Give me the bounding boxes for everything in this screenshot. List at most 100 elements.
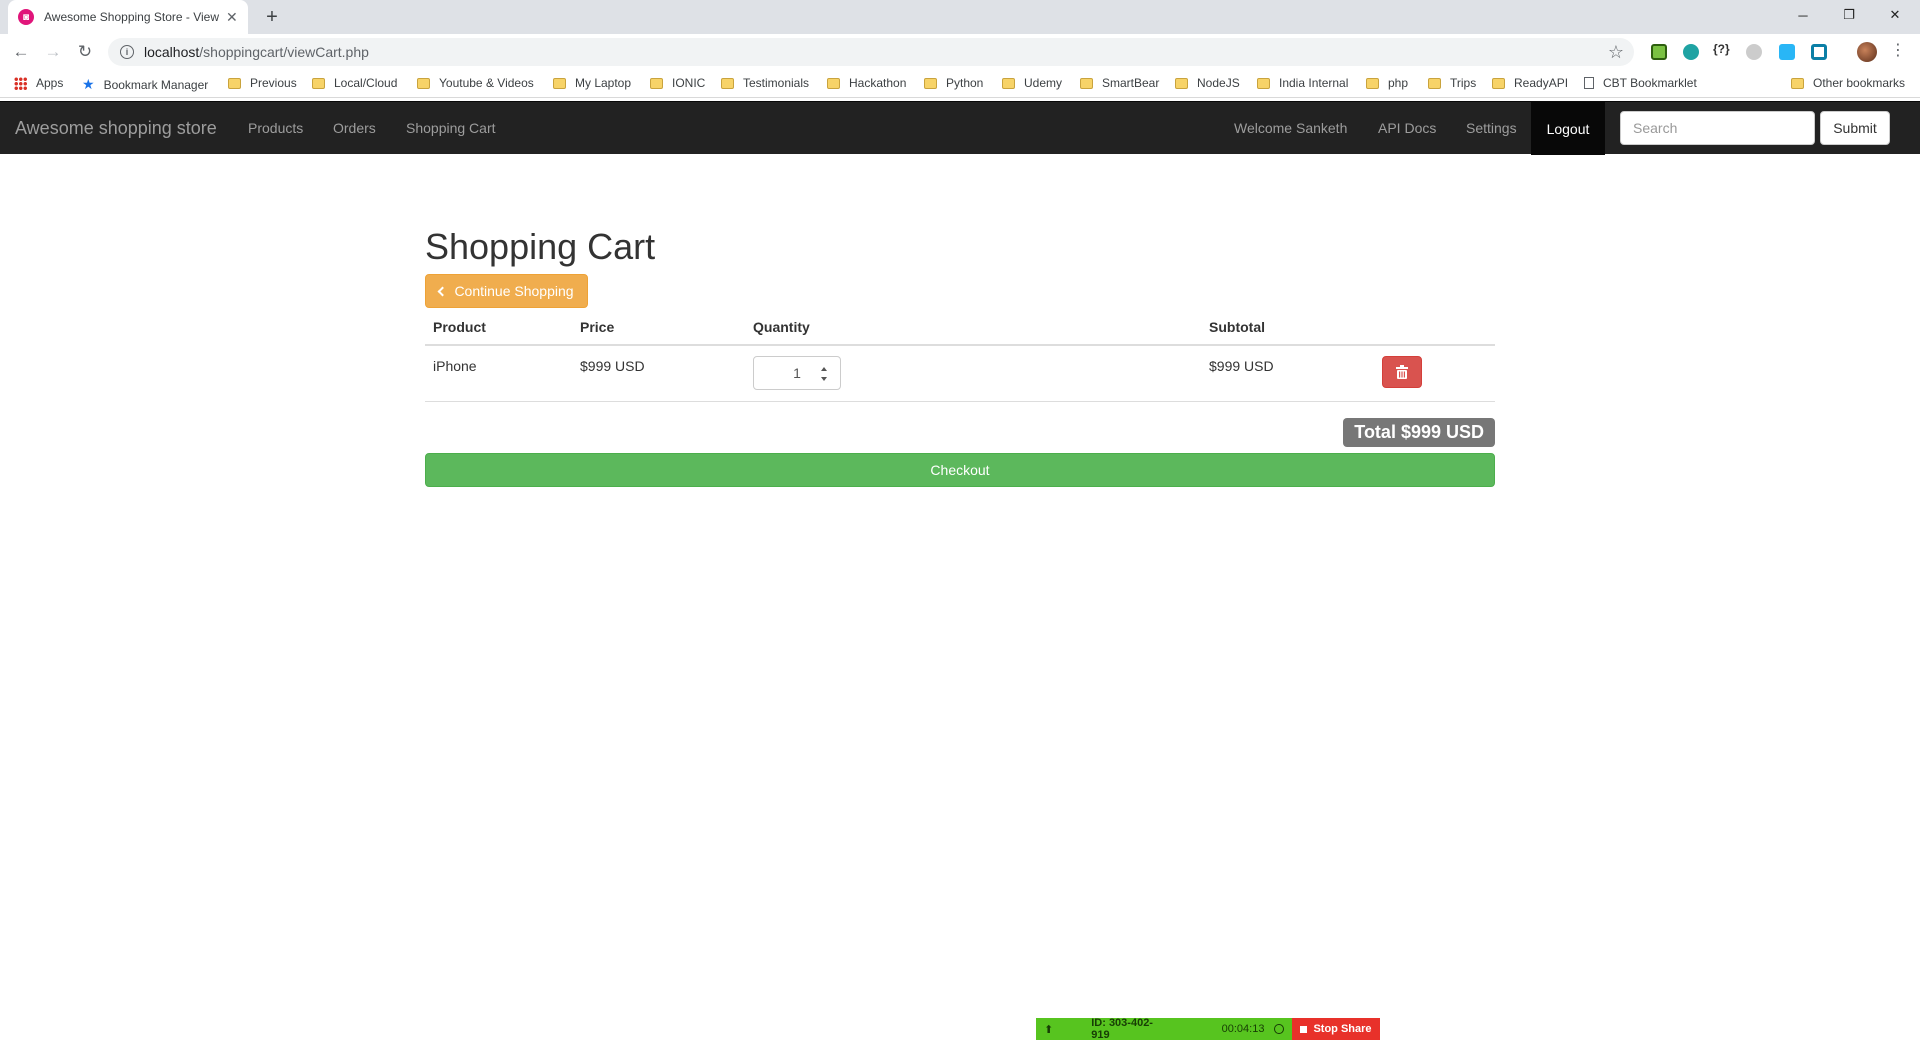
extension-cyan-icon[interactable] [1811, 44, 1827, 60]
nav-settings[interactable]: Settings [1466, 120, 1517, 136]
continue-shopping-button[interactable]: Continue Shopping [425, 274, 588, 308]
delete-item-button[interactable] [1382, 356, 1422, 388]
bookmark-folder[interactable]: ReadyAPI [1492, 76, 1568, 90]
bookmarks-bar: Apps ★ Bookmark Manager Previous Local/Cl… [0, 70, 1920, 98]
page-icon [1584, 77, 1594, 89]
screen-share-bar: ⬆ ID: 303-402-919 00:04:13 Stop Share [1036, 1017, 1380, 1040]
stop-share-button[interactable]: Stop Share [1292, 1018, 1380, 1040]
column-header-price: Price [580, 319, 615, 335]
bookmark-folder[interactable]: NodeJS [1175, 76, 1240, 90]
tab-title: Awesome Shopping Store - View [44, 10, 219, 24]
folder-icon [1366, 77, 1379, 89]
column-header-subtotal: Subtotal [1209, 319, 1265, 335]
share-arrow-icon[interactable]: ⬆ [1044, 1023, 1053, 1036]
cart-total-badge: Total $999 USD [1343, 418, 1495, 447]
folder-icon [1492, 77, 1505, 89]
bookmark-folder[interactable]: php [1366, 76, 1408, 90]
bookmark-apps[interactable]: Apps [14, 76, 63, 90]
share-session-id: ID: 303-402-919 [1091, 1017, 1153, 1040]
folder-icon [1175, 77, 1188, 89]
store-favicon-icon: ◙ [18, 9, 34, 25]
share-info: ⬆ ID: 303-402-919 00:04:13 [1036, 1017, 1292, 1040]
extension-blue-icon[interactable] [1779, 44, 1795, 60]
trash-icon [1396, 365, 1408, 379]
bookmark-folder[interactable]: Python [924, 76, 983, 90]
other-bookmarks[interactable]: Other bookmarks [1791, 76, 1905, 90]
folder-icon [417, 77, 430, 89]
bookmark-star-icon[interactable]: ☆ [1608, 42, 1624, 63]
cart-table-header: Product Price Quantity Subtotal [425, 308, 1495, 346]
folder-icon [650, 77, 663, 89]
quantity-spinner-icon[interactable] [820, 367, 828, 381]
folder-icon [827, 77, 840, 89]
extension-green-icon[interactable] [1651, 44, 1667, 60]
bookmark-folder[interactable]: Hackathon [827, 76, 906, 90]
checkout-button[interactable]: Checkout [425, 453, 1495, 487]
nav-shopping-cart[interactable]: Shopping Cart [406, 120, 496, 136]
nav-api-docs[interactable]: API Docs [1378, 120, 1436, 136]
bookmark-folder[interactable]: My Laptop [553, 76, 631, 90]
product-name: iPhone [433, 358, 477, 374]
bookmark-page[interactable]: CBT Bookmarklet [1584, 76, 1697, 90]
window-close-icon[interactable]: ✕ [1872, 0, 1918, 30]
minimize-icon[interactable]: ─ [1780, 0, 1826, 30]
browser-toolbar: ← → ↻ i localhost/shoppingcart/viewCart.… [0, 34, 1920, 70]
nav-welcome[interactable]: Welcome Sanketh [1234, 120, 1347, 136]
profile-avatar[interactable] [1857, 42, 1877, 62]
folder-icon [553, 77, 566, 89]
folder-icon [1002, 77, 1015, 89]
tab-close-icon[interactable]: ✕ [226, 9, 238, 26]
nav-orders[interactable]: Orders [333, 120, 376, 136]
bookmark-folder[interactable]: Local/Cloud [312, 76, 397, 90]
quantity-value: 1 [793, 365, 801, 381]
back-arrow-icon[interactable]: ← [9, 40, 33, 64]
bookmark-folder[interactable]: IONIC [650, 76, 705, 90]
search-input[interactable] [1620, 111, 1815, 145]
folder-icon [1080, 77, 1093, 89]
apps-grid-icon [14, 76, 27, 90]
folder-icon [1428, 77, 1441, 89]
product-subtotal: $999 USD [1209, 358, 1274, 374]
extension-teal-icon[interactable] [1683, 44, 1699, 60]
folder-icon [1791, 77, 1804, 89]
bookmark-folder[interactable]: Testimonials [721, 76, 809, 90]
address-bar[interactable]: i localhost/shoppingcart/viewCart.php ☆ [108, 38, 1634, 66]
share-status-circle-icon [1274, 1024, 1284, 1034]
new-tab-plus-icon[interactable]: + [260, 5, 284, 29]
table-row: iPhone $999 USD 1 $999 USD [425, 346, 1495, 402]
folder-icon [924, 77, 937, 89]
bookmark-manager[interactable]: ★ Bookmark Manager [82, 76, 208, 93]
url-text: localhost/shoppingcart/viewCart.php [144, 44, 369, 60]
chevron-left-icon [437, 286, 448, 296]
restore-icon[interactable]: ❐ [1826, 0, 1872, 30]
folder-icon [721, 77, 734, 89]
share-timer: 00:04:13 [1221, 1023, 1265, 1035]
page-title: Shopping Cart [425, 226, 656, 267]
search-submit-button[interactable]: Submit [1820, 111, 1890, 145]
site-brand[interactable]: Awesome shopping store [15, 118, 217, 139]
bookmark-folder[interactable]: Trips [1428, 76, 1476, 90]
site-info-icon[interactable]: i [120, 45, 134, 59]
site-navbar: Awesome shopping store Products Orders S… [0, 101, 1920, 155]
quantity-stepper[interactable]: 1 [753, 356, 841, 390]
nav-logout[interactable]: Logout [1531, 102, 1605, 155]
product-price: $999 USD [580, 358, 645, 374]
nav-products[interactable]: Products [248, 120, 303, 136]
folder-icon [1257, 77, 1270, 89]
browser-menu-icon[interactable]: ⋮ [1890, 41, 1906, 61]
browser-tabstrip: ◙ Awesome Shopping Store - View ✕ + ─ ❐ … [0, 0, 1920, 34]
browser-tab[interactable]: ◙ Awesome Shopping Store - View ✕ [8, 0, 248, 34]
bookmark-folder[interactable]: SmartBear [1080, 76, 1159, 90]
bookmark-folder[interactable]: Previous [228, 76, 297, 90]
bookmark-star-icon: ★ [82, 76, 95, 92]
bookmark-folder[interactable]: India Internal [1257, 76, 1348, 90]
folder-icon [228, 77, 241, 89]
extension-grey-circle-icon[interactable] [1746, 44, 1762, 60]
bookmark-folder[interactable]: Youtube & Videos [417, 76, 534, 90]
column-header-quantity: Quantity [753, 319, 810, 335]
forward-arrow-icon[interactable]: → [41, 40, 65, 64]
stop-square-icon [1300, 1025, 1308, 1033]
bookmark-folder[interactable]: Udemy [1002, 76, 1062, 90]
reload-icon[interactable]: ↻ [73, 40, 97, 64]
extension-json-icon[interactable]: {?} [1713, 42, 1735, 58]
